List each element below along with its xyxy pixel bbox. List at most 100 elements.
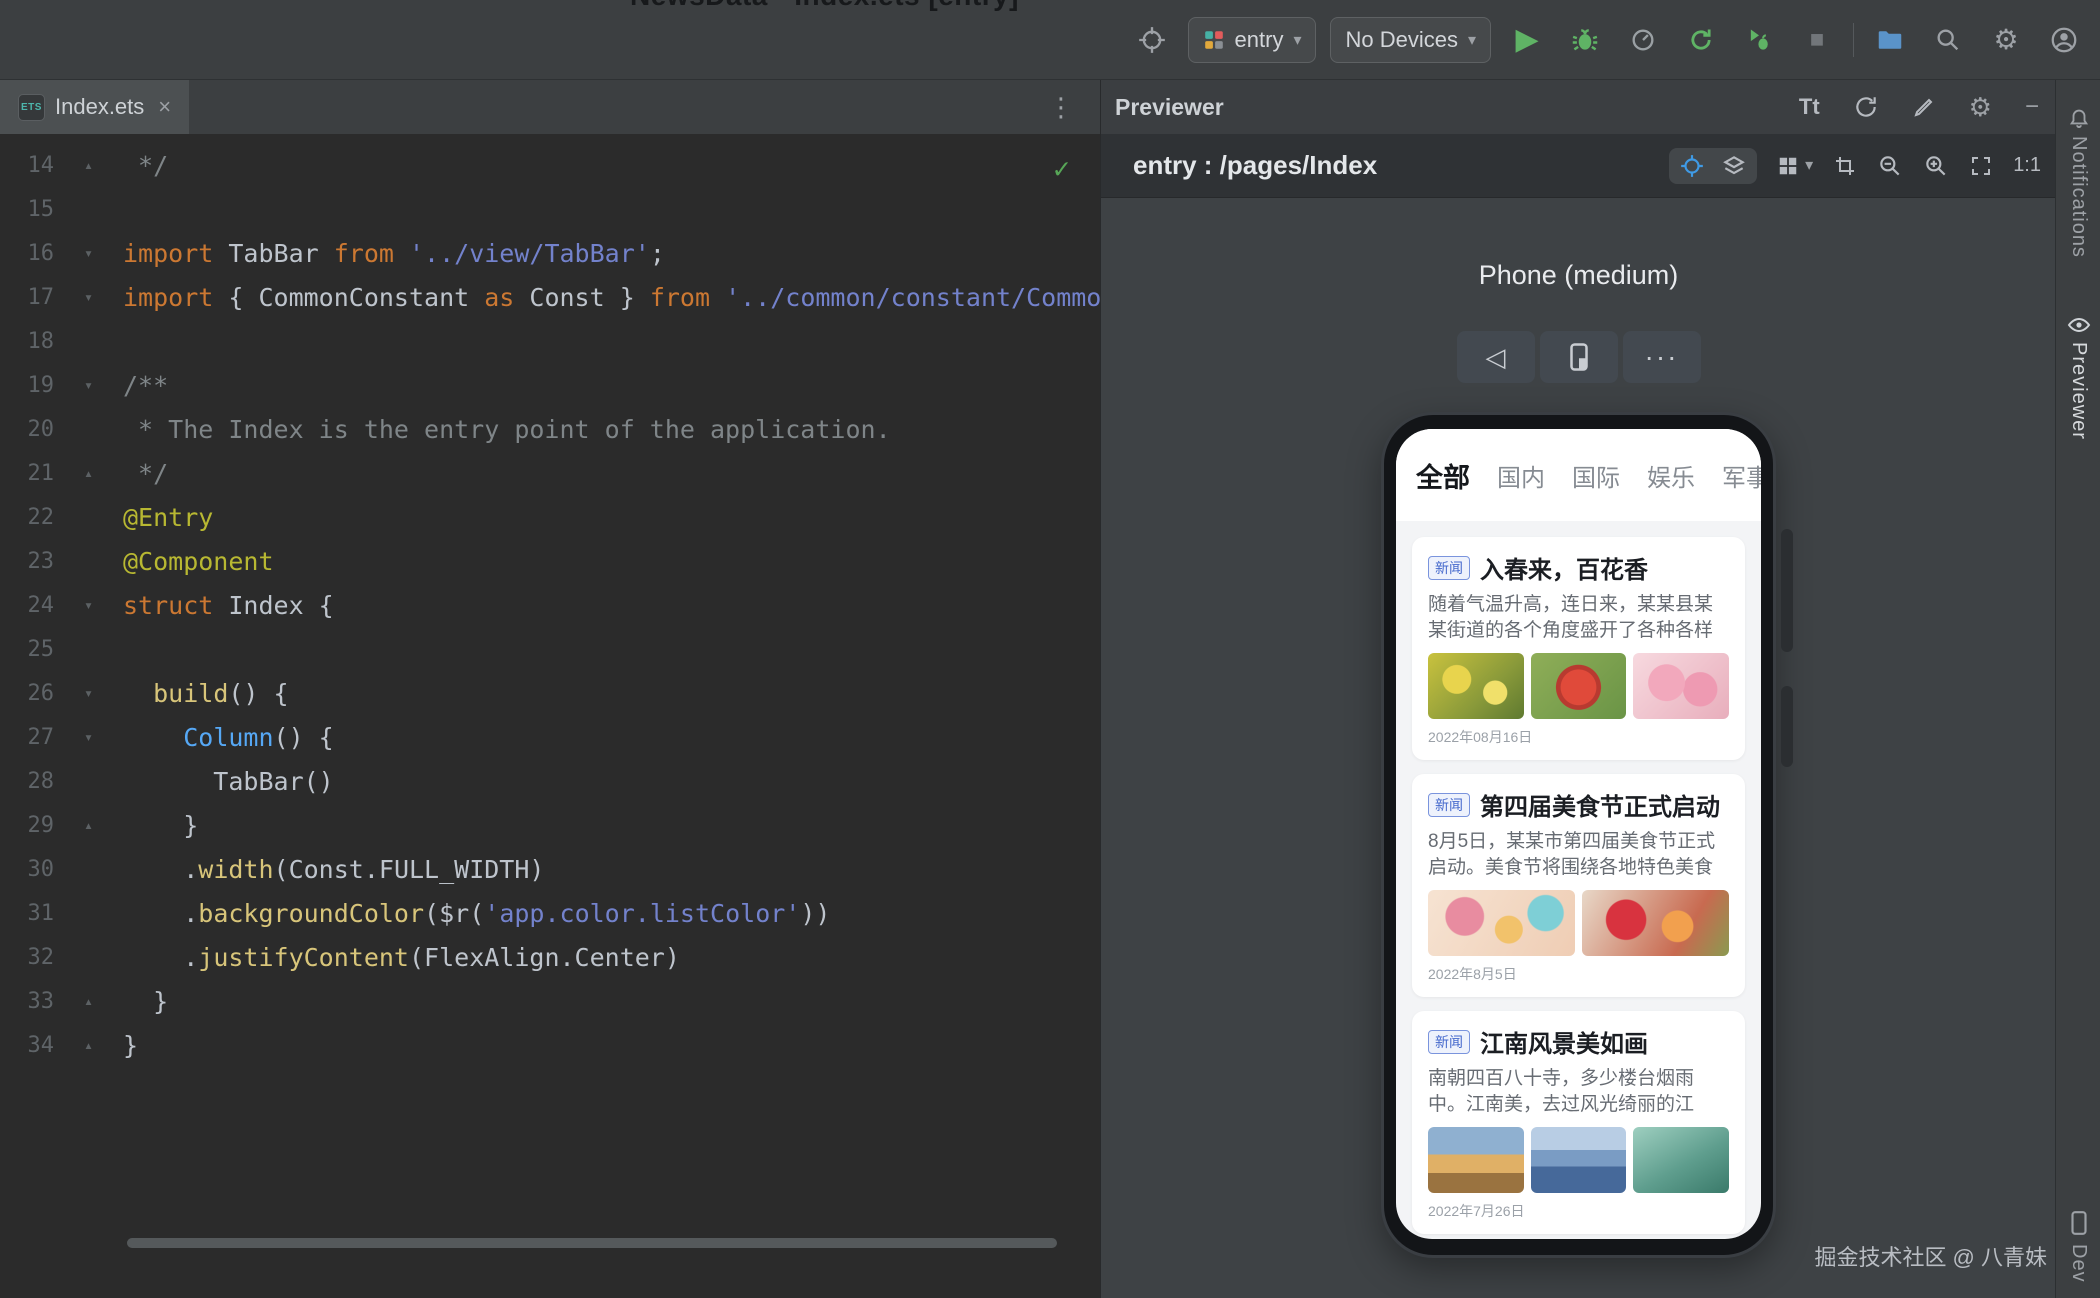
fold-start-icon[interactable]: ▾ <box>54 684 123 702</box>
preview-scrollbar-thumb[interactable] <box>1781 686 1793 767</box>
inspect-pen-icon[interactable] <box>1912 95 1936 119</box>
fold-end-icon[interactable]: ▴ <box>54 156 123 174</box>
fold-start-icon[interactable]: ▾ <box>54 288 123 306</box>
line-number[interactable]: 34 <box>0 1033 54 1058</box>
device-file-browser-icon[interactable] <box>1868 18 1912 62</box>
tool-window-dev[interactable]: Dev <box>2056 1210 2100 1283</box>
fit-to-window-icon[interactable] <box>1969 154 1993 178</box>
debug-button[interactable] <box>1563 18 1607 62</box>
news-image-dessert-table[interactable] <box>1582 890 1729 956</box>
frame-bounds-icon[interactable] <box>1833 154 1857 178</box>
code-line[interactable]: 23@Component <box>0 539 1100 583</box>
line-number[interactable]: 15 <box>0 197 54 222</box>
code-line[interactable]: 18 <box>0 319 1100 363</box>
news-tab-1[interactable]: 全部 <box>1416 456 1470 495</box>
profiler-button[interactable] <box>1621 18 1665 62</box>
news-tab-3[interactable]: 国际 <box>1572 458 1620 493</box>
news-image-yellow-flowers[interactable] <box>1428 653 1524 719</box>
news-image-blue-mountains[interactable] <box>1531 1127 1627 1193</box>
line-number[interactable]: 32 <box>0 945 54 970</box>
font-settings-icon[interactable]: Tt <box>1799 94 1820 120</box>
line-number[interactable]: 19 <box>0 373 54 398</box>
fold-end-icon[interactable]: ▴ <box>54 992 123 1010</box>
zoom-ratio-label[interactable]: 1:1 <box>2013 154 2041 177</box>
line-number[interactable]: 24 <box>0 593 54 618</box>
news-image-red-flower[interactable] <box>1531 653 1627 719</box>
code-line[interactable]: 30 .width(Const.FULL_WIDTH) <box>0 847 1100 891</box>
line-number[interactable]: 28 <box>0 769 54 794</box>
line-number[interactable]: 27 <box>0 725 54 750</box>
code-line[interactable]: 25 <box>0 627 1100 671</box>
code-line[interactable]: 34▴} <box>0 1023 1100 1067</box>
more-options-button[interactable]: ··· <box>1623 331 1701 383</box>
component-inspect-icon[interactable] <box>1679 153 1705 179</box>
code-line[interactable]: 31 .backgroundColor($r('app.color.listCo… <box>0 891 1100 935</box>
fold-start-icon[interactable]: ▾ <box>54 728 123 746</box>
code-line[interactable]: 29▴ } <box>0 803 1100 847</box>
news-card[interactable]: 新闻江南风景美如画南朝四百八十寺，多少楼台烟雨中。江南美，去过风光绮丽的江南，便… <box>1412 1011 1745 1234</box>
fold-end-icon[interactable]: ▴ <box>54 464 123 482</box>
code-line[interactable]: 22@Entry <box>0 495 1100 539</box>
line-number[interactable]: 18 <box>0 329 54 354</box>
run-button[interactable]: ▶ <box>1505 18 1549 62</box>
tab-index-ets[interactable]: ETS Index.ets × <box>0 80 189 134</box>
close-icon[interactable]: × <box>158 94 171 120</box>
news-image-autumn-trees[interactable] <box>1428 1127 1524 1193</box>
line-number[interactable]: 30 <box>0 857 54 882</box>
tool-window-previewer[interactable]: Previewer <box>2056 316 2100 440</box>
news-image-green-lake[interactable] <box>1633 1127 1729 1193</box>
news-card[interactable]: 新闻第四届美食节正式启动8月5日，某某市第四届美食节正式启动。美食节将围绕各地特… <box>1412 774 1745 997</box>
restart-app-button[interactable] <box>1679 18 1723 62</box>
tool-window-notifications[interactable]: Notifications <box>2056 106 2100 258</box>
line-number[interactable]: 14 <box>0 153 54 178</box>
line-number[interactable]: 21 <box>0 461 54 486</box>
news-card[interactable]: 新闻入春来，百花香随着气温升高，连日来，某某县某某街道的各个角度盛开了各种各样的… <box>1412 537 1745 760</box>
news-tab-2[interactable]: 国内 <box>1497 458 1545 493</box>
code-line[interactable]: 24▾struct Index { <box>0 583 1100 627</box>
code-line[interactable]: 33▴ } <box>0 979 1100 1023</box>
line-number[interactable]: 31 <box>0 901 54 926</box>
stop-button[interactable]: ■ <box>1795 18 1839 62</box>
code-line[interactable]: 21▴ */ <box>0 451 1100 495</box>
news-image-donut-platter[interactable] <box>1428 890 1575 956</box>
code-line[interactable]: 26▾ build() { <box>0 671 1100 715</box>
orientation-button[interactable] <box>1540 331 1618 383</box>
news-image-pink-blossom[interactable] <box>1633 653 1729 719</box>
minimize-icon[interactable]: − <box>2025 95 2039 119</box>
news-tab-4[interactable]: 娱乐 <box>1647 458 1695 493</box>
code-line[interactable]: 14▴ */ <box>0 143 1100 187</box>
line-number[interactable]: 26 <box>0 681 54 706</box>
refresh-icon[interactable] <box>1853 94 1879 120</box>
inspection-ok-icon[interactable]: ✓ <box>1053 152 1070 185</box>
code-line[interactable]: 32 .justifyContent(FlexAlign.Center) <box>0 935 1100 979</box>
code-line[interactable]: 20 * The Index is the entry point of the… <box>0 407 1100 451</box>
layers-icon[interactable] <box>1721 153 1747 179</box>
zoom-in-icon[interactable] <box>1923 153 1949 179</box>
settings-gear-icon[interactable]: ⚙ <box>1984 18 2028 62</box>
tab-options-kebab-icon[interactable]: ⋮ <box>1048 80 1074 134</box>
fold-start-icon[interactable]: ▾ <box>54 376 123 394</box>
line-number[interactable]: 23 <box>0 549 54 574</box>
device-selector[interactable]: No Devices ▾ <box>1330 17 1491 63</box>
fold-start-icon[interactable]: ▾ <box>54 244 123 262</box>
search-icon[interactable] <box>1926 18 1970 62</box>
device-target-icon[interactable] <box>1130 18 1174 62</box>
preview-scrollbar-thumb[interactable] <box>1781 529 1793 652</box>
fold-end-icon[interactable]: ▴ <box>54 816 123 834</box>
code-line[interactable]: 27▾ Column() { <box>0 715 1100 759</box>
code-editor[interactable]: 14▴ */1516▾import TabBar from '../view/T… <box>0 134 1100 1298</box>
fold-end-icon[interactable]: ▴ <box>54 1036 123 1054</box>
line-number[interactable]: 17 <box>0 285 54 310</box>
code-line[interactable]: 15 <box>0 187 1100 231</box>
code-line[interactable]: 28 TabBar() <box>0 759 1100 803</box>
line-number[interactable]: 20 <box>0 417 54 442</box>
fold-start-icon[interactable]: ▾ <box>54 596 123 614</box>
line-number[interactable]: 25 <box>0 637 54 662</box>
line-number[interactable]: 29 <box>0 813 54 838</box>
line-number[interactable]: 16 <box>0 241 54 266</box>
line-number[interactable]: 22 <box>0 505 54 530</box>
previewer-settings-gear-icon[interactable]: ⚙ <box>1969 94 1992 120</box>
news-tab-5[interactable]: 军事 <box>1722 458 1761 493</box>
attach-debugger-button[interactable] <box>1737 18 1781 62</box>
module-selector[interactable]: entry ▾ <box>1188 17 1317 63</box>
